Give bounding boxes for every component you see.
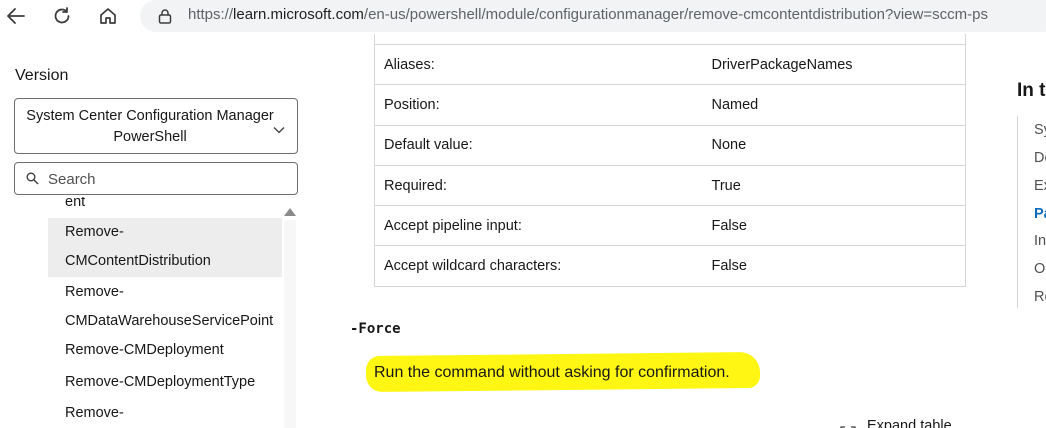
- search-icon: [26, 172, 39, 190]
- scroll-track[interactable]: [284, 220, 296, 428]
- toc-item-remove-cmcontentdistribution[interactable]: Remove- CMContentDistribution: [48, 218, 282, 277]
- chevron-down-icon: [273, 121, 285, 139]
- toc-item-label-line1: Remove-: [65, 284, 124, 300]
- row-key: Accept pipeline input:: [374, 205, 703, 247]
- toc-item-label-line2: CMDataWarehouseServicePoint: [65, 313, 274, 329]
- parameter-description: Run the command without asking for confi…: [374, 364, 730, 381]
- expand-table-button[interactable]: Expand table: [867, 418, 952, 428]
- table-row: Aliases: DriverPackageNames: [374, 43, 966, 86]
- url-domain: learn.microsoft.com: [233, 6, 364, 23]
- browser-toolbar: https://learn.microsoft.com/en-us/powers…: [0, 0, 1046, 34]
- toc-item-label-line2: CMContentDistribution: [65, 253, 211, 269]
- toc-scrollbar[interactable]: [282, 206, 298, 428]
- toc-item-remove-cmdeploymenttype[interactable]: Remove-CMDeploymentType: [48, 368, 282, 397]
- row-value: Named: [702, 84, 966, 126]
- row-value: True: [702, 164, 966, 207]
- search-input[interactable]: [48, 169, 288, 189]
- row-key: Aliases:: [374, 43, 703, 86]
- toc-search-box[interactable]: [14, 162, 298, 195]
- row-key: Position:: [374, 84, 703, 126]
- toc-item-ent[interactable]: ent: [48, 197, 282, 217]
- toc-list: ent Remove- CMContentDistribution Remove…: [48, 197, 282, 428]
- in-this-article-item-active[interactable]: Pa: [1034, 206, 1046, 222]
- version-label: Version: [15, 67, 69, 84]
- table-row: Position: Named: [374, 84, 966, 126]
- in-this-article-item[interactable]: Re: [1034, 289, 1046, 305]
- in-this-article-item[interactable]: Sy: [1034, 122, 1046, 138]
- table-row: Accept wildcard characters: False: [374, 245, 966, 287]
- row-key: Default value:: [374, 124, 703, 166]
- table-row: Required: True: [374, 164, 966, 207]
- toc-item-remove-cmdatawarehouseservicepoint[interactable]: Remove- CMDataWarehouseServicePoint: [48, 278, 282, 337]
- version-selected-value: System Center Configuration Manager Powe…: [26, 108, 274, 145]
- row-key: Required:: [374, 164, 703, 207]
- table-row: Default value: None: [374, 124, 966, 166]
- row-value: None: [702, 124, 966, 166]
- version-dropdown[interactable]: System Center Configuration Manager Powe…: [14, 98, 298, 154]
- row-value: DriverPackageNames: [702, 43, 966, 86]
- row-key: Accept wildcard characters:: [374, 245, 703, 287]
- parameter-heading: -Force: [350, 321, 401, 337]
- in-this-article-item[interactable]: O: [1034, 261, 1045, 277]
- home-icon[interactable]: [96, 5, 120, 27]
- row-value: False: [702, 245, 966, 287]
- table-top-edge: [374, 34, 966, 44]
- toc-item-remove-cmdeployment[interactable]: Remove-CMDeployment: [48, 336, 282, 365]
- in-this-article-item[interactable]: In: [1034, 233, 1046, 249]
- row-value: False: [702, 205, 966, 247]
- in-this-article-item[interactable]: Ex: [1034, 178, 1046, 194]
- url-path: /en-us/powershell/module/configurationma…: [363, 6, 988, 23]
- back-arrow-icon[interactable]: [4, 5, 28, 27]
- toc-item-label-line1: Remove-: [65, 224, 124, 240]
- url-text[interactable]: https://learn.microsoft.com/en-us/powers…: [188, 6, 988, 23]
- toc-item-remove[interactable]: Remove-: [48, 399, 282, 428]
- url-prefix: https://: [188, 6, 234, 23]
- scroll-up-arrow-icon[interactable]: [284, 208, 296, 216]
- lock-icon[interactable]: [158, 8, 172, 29]
- in-this-article-rail: [1017, 116, 1018, 308]
- reload-icon[interactable]: [50, 5, 74, 27]
- in-this-article-heading: In t: [1017, 80, 1046, 101]
- expand-table-icon[interactable]: [840, 421, 856, 428]
- table-row: Accept pipeline input: False: [374, 205, 966, 247]
- parameter-properties-table: Aliases: DriverPackageNames Position: Name…: [374, 43, 966, 287]
- in-this-article-item[interactable]: De: [1034, 150, 1046, 166]
- address-bar[interactable]: https://learn.microsoft.com/en-us/powers…: [140, 0, 1046, 32]
